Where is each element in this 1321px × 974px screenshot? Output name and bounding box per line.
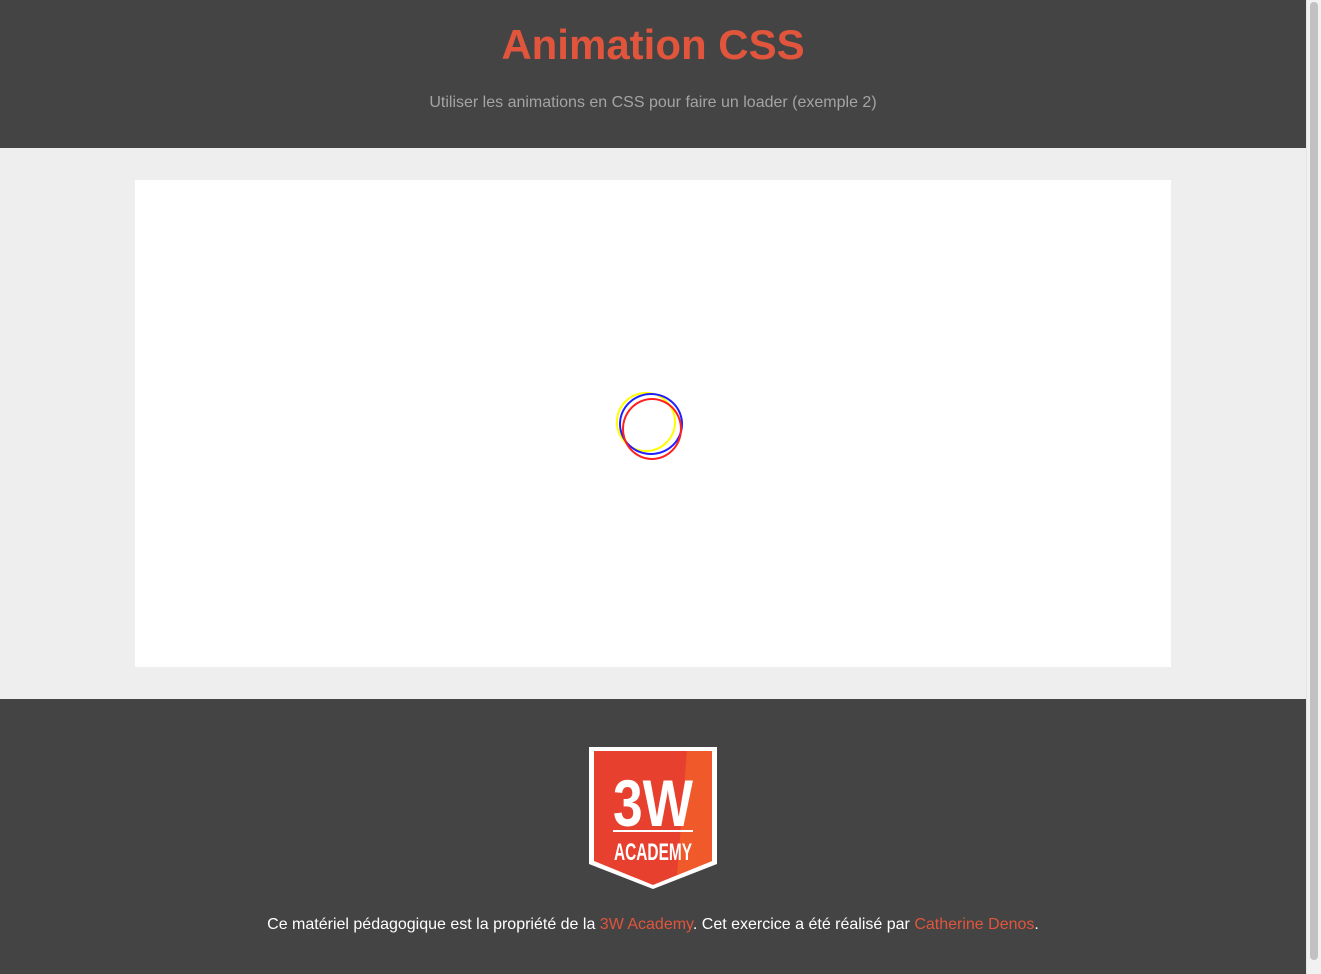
page-footer: 3W ACADEMY Ce matériel pédagogique est l…	[0, 699, 1306, 974]
vertical-scrollbar[interactable]	[1306, 0, 1321, 974]
footer-credits: Ce matériel pédagogique est la propriété…	[0, 915, 1306, 935]
3w-academy-link[interactable]: 3W Academy	[600, 916, 693, 933]
credits-text-middle: . Cet exercice a été réalisé par	[692, 916, 915, 933]
loader-ring-red	[622, 398, 682, 460]
page-title: Animation CSS	[501, 21, 805, 68]
scrollbar-thumb[interactable]	[1310, 2, 1318, 960]
credits-text-after: .	[1034, 916, 1039, 933]
author-link[interactable]: Catherine Denos	[914, 916, 1034, 933]
demo-card	[135, 180, 1171, 667]
page-header: Animation CSS Utiliser les animations en…	[0, 0, 1306, 148]
3w-academy-logo-icon[interactable]: 3W ACADEMY	[587, 746, 719, 891]
main-content	[0, 148, 1306, 699]
loader-rings-icon	[615, 392, 685, 462]
logo-text-3w: 3W	[613, 766, 694, 840]
page-subtitle: Utiliser les animations en CSS pour fair…	[429, 94, 877, 111]
credits-text-before: Ce matériel pédagogique est la propriété…	[267, 916, 600, 933]
logo-divider	[613, 830, 693, 832]
logo-text-academy: ACADEMY	[614, 839, 692, 866]
